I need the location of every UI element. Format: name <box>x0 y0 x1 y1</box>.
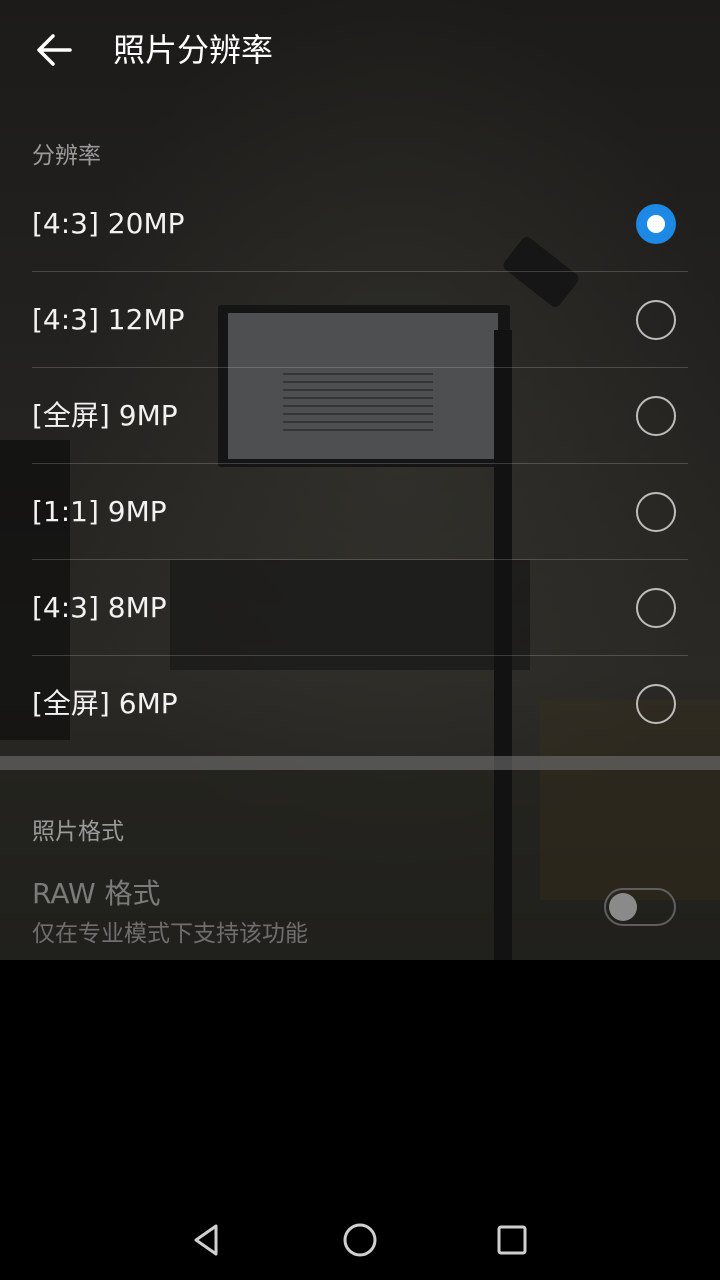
system-navigation-bar <box>0 1200 720 1280</box>
section-label-resolution: 分辨率 <box>32 143 101 169</box>
radio-unselected-icon[interactable] <box>636 300 676 340</box>
resolution-option[interactable]: [1:1] 9MP <box>0 464 720 560</box>
resolution-option-label: [1:1] 9MP <box>32 495 167 528</box>
resolution-option[interactable]: [4:3] 8MP <box>0 560 720 656</box>
resolution-option[interactable]: [全屏] 9MP <box>0 368 720 464</box>
section-label-format: 照片格式 <box>32 819 124 845</box>
page-title: 照片分辨率 <box>113 31 274 69</box>
recents-square-icon <box>497 1225 527 1255</box>
nav-home-button[interactable] <box>336 1216 384 1264</box>
resolution-option[interactable]: [4:3] 12MP <box>0 272 720 368</box>
section-separator <box>0 756 720 770</box>
resolution-option-label: [4:3] 20MP <box>32 207 185 240</box>
toggle-knob <box>609 893 637 921</box>
radio-selected-icon[interactable] <box>636 204 676 244</box>
resolution-option-label: [4:3] 12MP <box>32 303 185 336</box>
back-triangle-icon <box>194 1224 218 1256</box>
resolution-option-label: [全屏] 6MP <box>32 687 178 720</box>
raw-format-subtitle: 仅在专业模式下支持该功能 <box>32 921 308 947</box>
resolution-option[interactable]: [4:3] 20MP <box>0 176 720 272</box>
raw-format-toggle[interactable] <box>604 888 676 926</box>
raw-format-title: RAW 格式 <box>32 877 161 910</box>
arrow-left-icon <box>37 34 72 66</box>
nav-back-button[interactable] <box>182 1216 230 1264</box>
back-button[interactable] <box>26 22 82 78</box>
home-circle-icon <box>343 1223 377 1257</box>
radio-unselected-icon[interactable] <box>636 492 676 532</box>
radio-unselected-icon[interactable] <box>636 396 676 436</box>
radio-unselected-icon[interactable] <box>636 588 676 628</box>
resolution-option-label: [全屏] 9MP <box>32 399 178 432</box>
app-header: 照片分辨率 <box>0 0 720 100</box>
resolution-option[interactable]: [全屏] 6MP <box>0 656 720 752</box>
resolution-option-label: [4:3] 8MP <box>32 591 167 624</box>
nav-recents-button[interactable] <box>488 1216 536 1264</box>
radio-unselected-icon[interactable] <box>636 684 676 724</box>
resolution-list: [4:3] 20MP [4:3] 12MP [全屏] 9MP [1:1] 9MP… <box>0 176 720 752</box>
